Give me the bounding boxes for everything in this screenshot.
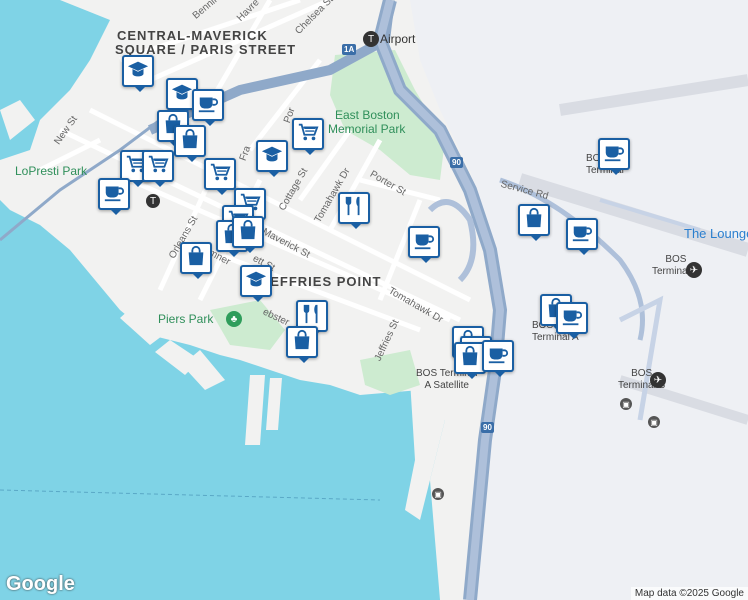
shopping-bag-icon bbox=[179, 128, 201, 155]
coffee-cup-icon bbox=[413, 229, 435, 256]
graduation-cap-icon bbox=[261, 143, 283, 170]
coffee-cup-icon bbox=[487, 343, 509, 370]
shopping-bag-icon bbox=[291, 329, 313, 356]
bus-stop-icon: ▣ bbox=[620, 398, 632, 410]
route-90-shield: 90 bbox=[450, 157, 463, 168]
neighborhood-label: CENTRAL-MAVERICK bbox=[117, 28, 268, 43]
grocery-cart-pin[interactable] bbox=[204, 158, 236, 195]
cafe-pin[interactable] bbox=[598, 138, 630, 175]
park-label: Piers Park bbox=[158, 312, 214, 326]
transit-icon: T bbox=[146, 194, 160, 208]
park-label: LoPresti Park bbox=[15, 164, 88, 178]
shopping-cart-icon bbox=[147, 153, 169, 180]
shopping-bag-pin[interactable] bbox=[518, 204, 550, 241]
google-logo: Google bbox=[6, 573, 75, 595]
cafe-pin[interactable] bbox=[408, 226, 440, 263]
map-attribution[interactable]: Map data ©2025 Google bbox=[630, 587, 748, 600]
fork-knife-icon bbox=[343, 195, 365, 222]
shopping-bag-icon bbox=[185, 245, 207, 272]
map-basemap bbox=[0, 0, 748, 600]
shopping-bag-pin[interactable] bbox=[286, 326, 318, 363]
airport-label: Airport bbox=[380, 32, 416, 46]
coffee-cup-icon bbox=[561, 305, 583, 332]
graduation-cap-icon bbox=[245, 268, 267, 295]
neighborhood-label: JEFFRIES POINT bbox=[262, 274, 382, 289]
park-label: Memorial Park bbox=[328, 122, 406, 136]
route-90-shield: 90 bbox=[481, 422, 494, 433]
cafe-pin[interactable] bbox=[192, 89, 224, 126]
cafe-pin[interactable] bbox=[482, 340, 514, 377]
grocery-cart-pin[interactable] bbox=[292, 118, 324, 155]
airport-terminal-icon: ✈ bbox=[686, 262, 702, 278]
cafe-pin[interactable] bbox=[566, 218, 598, 255]
shopping-bag-icon bbox=[523, 207, 545, 234]
shopping-bag-icon bbox=[459, 345, 481, 372]
shopping-bag-icon bbox=[237, 219, 259, 246]
route-1a-shield: 1A bbox=[342, 44, 357, 55]
map-canvas[interactable]: CENTRAL-MAVERICK SQUARE / PARIS STREET A… bbox=[0, 0, 748, 600]
school-pin[interactable] bbox=[122, 55, 154, 92]
coffee-cup-icon bbox=[197, 92, 219, 119]
park-icon: ♣ bbox=[226, 311, 242, 327]
transit-icon: T bbox=[363, 31, 379, 47]
place-label: The Lounge bbox=[684, 226, 748, 241]
shopping-bag-pin[interactable] bbox=[232, 216, 264, 253]
cafe-pin[interactable] bbox=[98, 178, 130, 215]
airport-terminal-icon: ✈ bbox=[650, 372, 666, 388]
shopping-bag-pin[interactable] bbox=[174, 125, 206, 162]
restaurant-pin[interactable] bbox=[338, 192, 370, 229]
coffee-cup-icon bbox=[571, 221, 593, 248]
bus-stop-icon: ▣ bbox=[432, 488, 444, 500]
cafe-pin[interactable] bbox=[556, 302, 588, 339]
park-label: East Boston bbox=[335, 108, 400, 122]
graduation-cap-icon bbox=[171, 81, 193, 108]
school-pin[interactable] bbox=[256, 140, 288, 177]
coffee-cup-icon bbox=[603, 141, 625, 168]
bus-stop-icon: ▣ bbox=[648, 416, 660, 428]
shopping-cart-icon bbox=[209, 161, 231, 188]
shopping-bag-pin[interactable] bbox=[180, 242, 212, 279]
school-pin[interactable] bbox=[240, 265, 272, 302]
coffee-cup-icon bbox=[103, 181, 125, 208]
graduation-cap-icon bbox=[127, 58, 149, 85]
grocery-cart-pin[interactable] bbox=[142, 150, 174, 187]
shopping-cart-icon bbox=[297, 121, 319, 148]
